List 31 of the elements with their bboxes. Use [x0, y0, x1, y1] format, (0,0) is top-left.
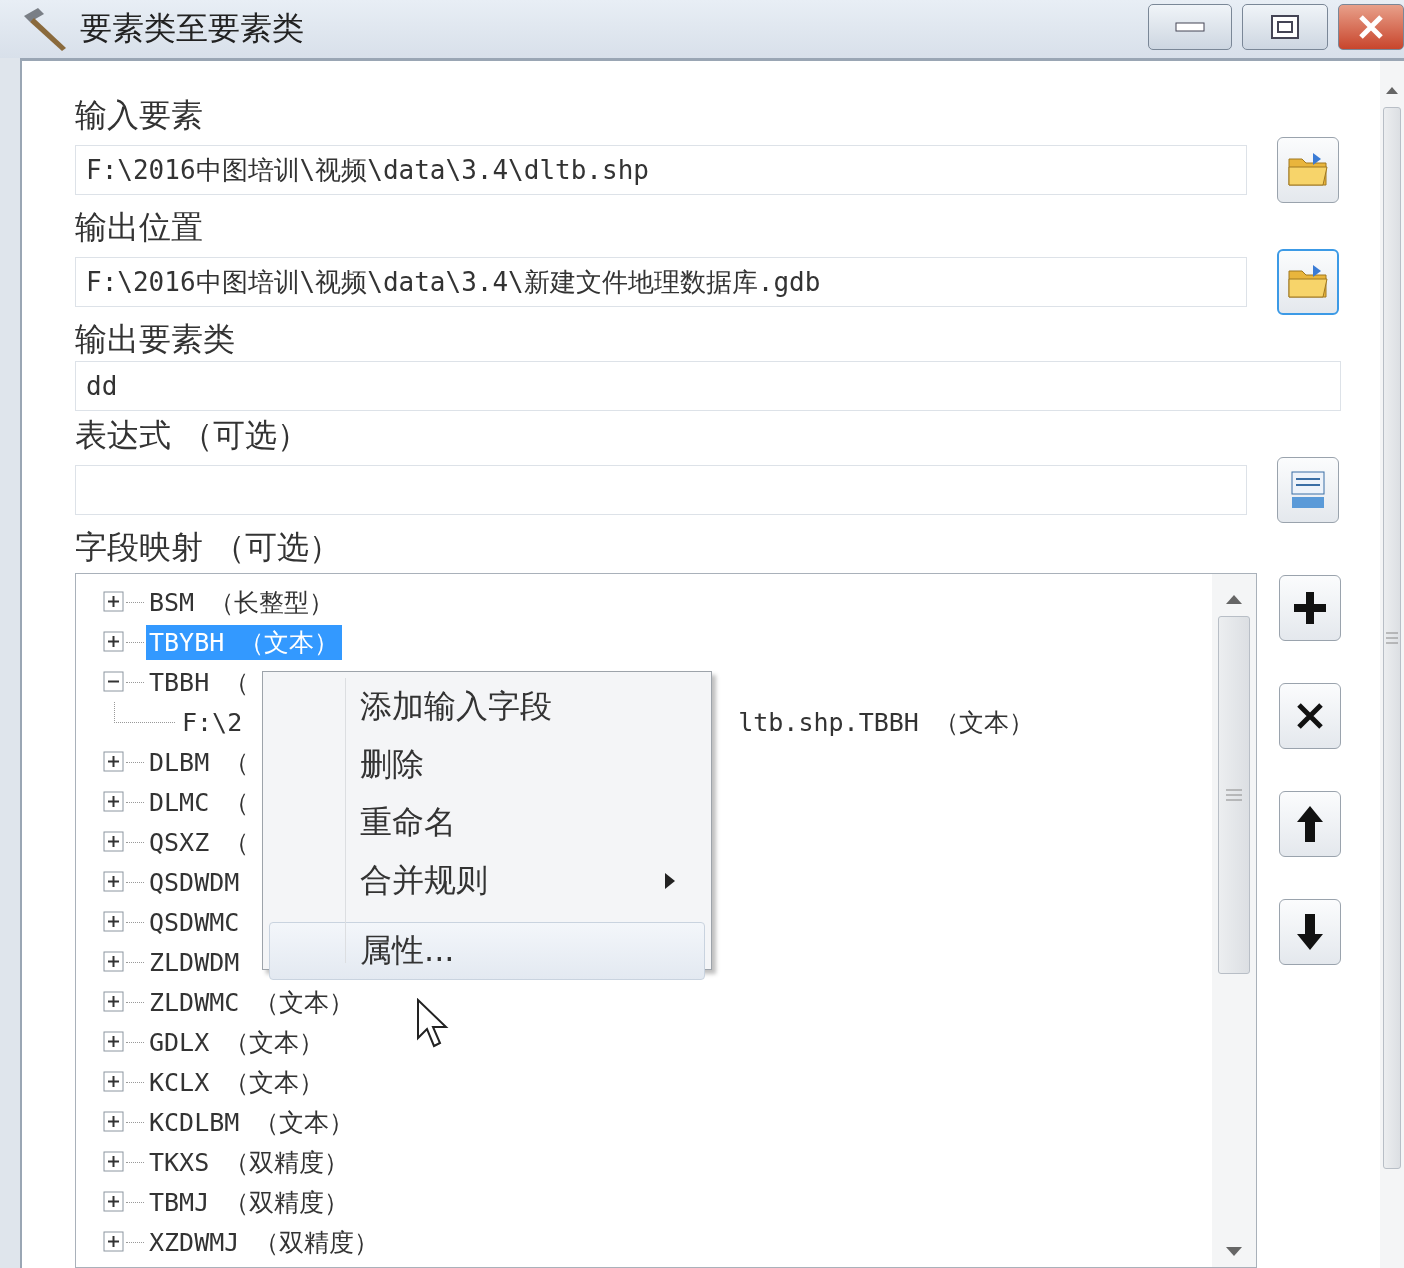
tree-item[interactable]: KCDLBM （文本）: [146, 1104, 358, 1140]
field-label: 输入要素: [75, 95, 204, 136]
tree-item[interactable]: TKXS （双精度）: [146, 1144, 353, 1180]
tree-item-text: ltb.shp.TBBH （文本）: [737, 706, 1035, 739]
tree-item[interactable]: DLMC （: [146, 784, 253, 820]
tree-item[interactable]: F:\2: [179, 706, 246, 738]
field-label: 输出位置: [75, 207, 204, 248]
tree-item[interactable]: KCLX （文本）: [146, 1064, 328, 1100]
tree-item[interactable]: QSDWDM: [146, 866, 243, 898]
menu-item[interactable]: 添加输入字段: [269, 678, 705, 736]
tree-item[interactable]: QSDWMC: [146, 906, 243, 938]
tree-item[interactable]: TBMJ （双精度）: [146, 1184, 353, 1220]
tree-item[interactable]: ZLDWDM: [146, 946, 243, 978]
menu-item[interactable]: 重命名: [269, 794, 705, 852]
tree-item[interactable]: TBBH （: [146, 664, 253, 700]
tree-item[interactable]: ZLDWMC （文本）: [146, 984, 358, 1020]
menu-item[interactable]: 删除: [269, 736, 705, 794]
menu-item[interactable]: 合并规则: [269, 852, 705, 910]
input-field[interactable]: F:\2016中图培训\视频\data\3.4\新建文件地理数据库.gdb: [75, 257, 1247, 307]
tree-item[interactable]: GDLX （文本）: [146, 1024, 328, 1060]
tree-item[interactable]: XZDWMJ （双精度）: [146, 1224, 383, 1260]
window-title: 要素类至要素类: [80, 8, 305, 49]
tree-item[interactable]: DLBM （: [146, 744, 253, 780]
input-field[interactable]: F:\2016中图培训\视频\data\3.4\dltb.shp: [75, 145, 1247, 195]
tree-item[interactable]: QSXZ （: [146, 824, 253, 860]
field-label: 表达式 （可选）: [75, 415, 311, 456]
input-field[interactable]: dd: [75, 361, 1341, 411]
menu-item[interactable]: 属性...: [269, 922, 705, 980]
tree-item[interactable]: BSM （长整型）: [146, 584, 338, 620]
field-label: 输出要素类: [75, 319, 236, 360]
field-label: 字段映射 （可选）: [75, 527, 343, 568]
